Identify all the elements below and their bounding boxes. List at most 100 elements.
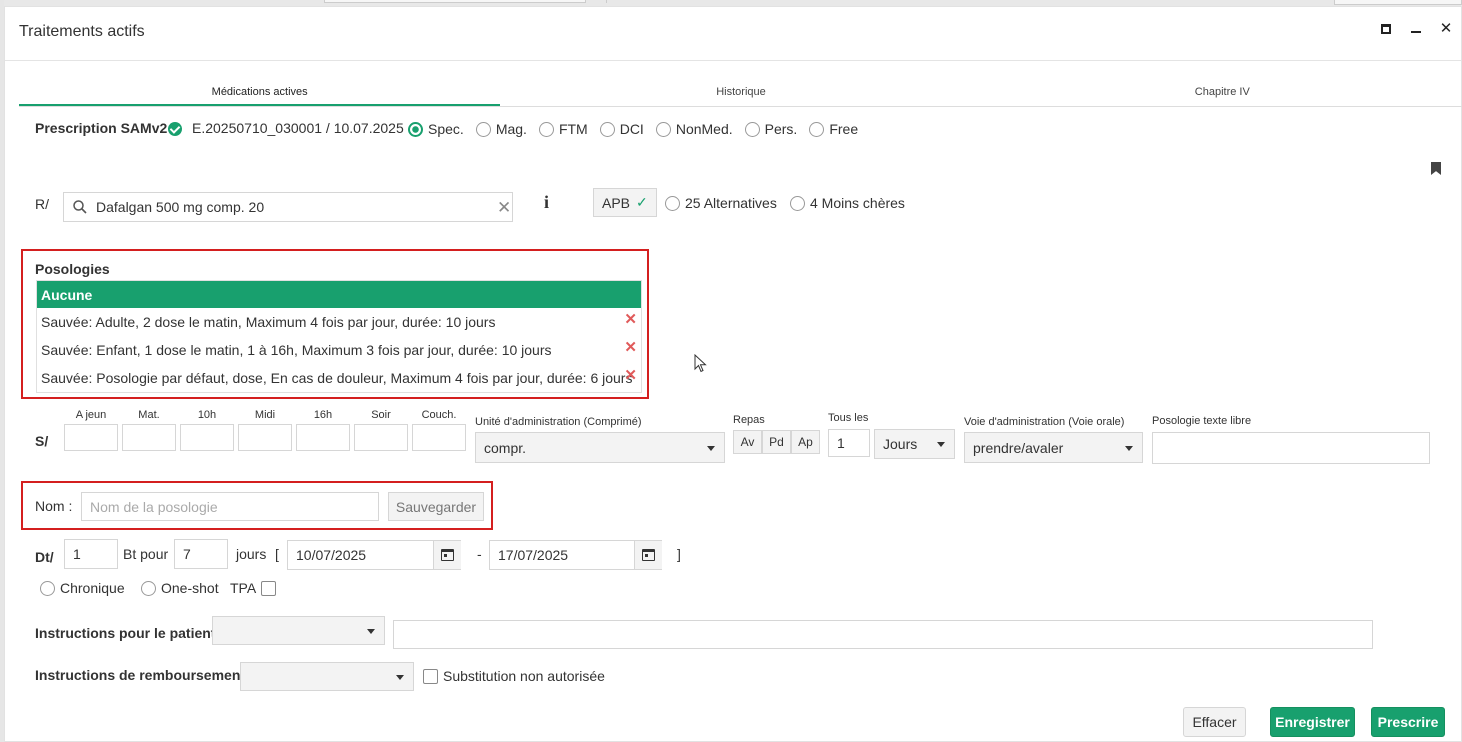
dialog-title: Traitements actifs (19, 23, 145, 40)
search-icon (73, 200, 87, 214)
posologies-list: Aucune Sauvée: Adulte, 2 dose le matin, … (36, 280, 642, 393)
radio-circle (599, 121, 615, 137)
maximize-icon[interactable] (1379, 21, 1393, 37)
radio-cheaper[interactable]: 4 Moins chères (790, 195, 905, 211)
radio-circle (809, 121, 825, 137)
window-controls: ✕ (1379, 21, 1453, 37)
save-button[interactable]: Enregistrer (1270, 707, 1355, 737)
substitution-checkbox[interactable]: Substitution non autorisée (423, 668, 605, 684)
rx-label: R/ (35, 196, 49, 212)
slot-10h-input[interactable] (180, 424, 234, 451)
radio-circle (790, 195, 805, 211)
tab-bar: Médications actives Historique Chapitre … (19, 83, 1462, 107)
dialog-titlebar: Traitements actifs ✕ (5, 7, 1461, 61)
prescription-ref: E.20250710_030001 / 10.07.2025 (192, 120, 404, 136)
checkbox-box (261, 580, 277, 596)
radio-circle (408, 121, 423, 137)
delete-icon[interactable]: ✕ (624, 340, 637, 355)
radio-free[interactable]: Free (809, 121, 858, 137)
save-posology-button[interactable]: Sauvegarder (388, 492, 484, 521)
chevron-down-icon (1125, 445, 1133, 451)
calendar-glyph (642, 549, 655, 561)
slot-label: Couch. (421, 409, 457, 421)
tpa-checkbox[interactable]: TPA (230, 580, 277, 596)
radio-dci[interactable]: DCI (599, 121, 644, 137)
info-icon[interactable]: i (544, 192, 549, 213)
period-select[interactable]: Jours (874, 429, 955, 459)
nom-label: Nom : (35, 498, 73, 514)
slot-midi-input[interactable] (238, 424, 292, 451)
calendar-icon[interactable] (634, 541, 662, 569)
slot-soir-input[interactable] (354, 424, 408, 451)
chevron-down-icon (396, 674, 404, 680)
radio-spec[interactable]: Spec. (408, 121, 464, 137)
tab-medications-actives[interactable]: Médications actives (19, 83, 501, 106)
radio-circle (40, 580, 55, 596)
posology-name-input[interactable]: Nom de la posologie (81, 492, 379, 521)
patient-instructions-label: Instructions pour le patient (35, 625, 216, 641)
close-icon[interactable]: ✕ (1439, 21, 1453, 37)
chevron-down-icon (937, 442, 945, 447)
bracket-close: ] (677, 546, 681, 562)
patient-instructions-select[interactable] (212, 616, 385, 645)
slot-a-jeun-input[interactable] (64, 424, 118, 451)
radio-nonmed[interactable]: NonMed. (655, 121, 733, 137)
mouse-cursor-icon (694, 354, 707, 373)
posology-item-none[interactable]: Aucune (37, 281, 641, 308)
slot-couch-input[interactable] (412, 424, 466, 451)
voie-label: Voie d'administration (Voie orale) (964, 416, 1125, 428)
background-divider (606, 0, 806, 3)
reimbursement-label: Instructions de remboursement (35, 667, 246, 683)
minimize-icon[interactable] (1409, 21, 1423, 37)
posology-item[interactable]: Sauvée: Posologie par défaut, dose, En c… (37, 364, 641, 392)
radio-circle (655, 121, 671, 137)
delete-icon[interactable]: ✕ (624, 312, 637, 327)
slot-label: A jeun (75, 409, 107, 421)
clear-search-icon[interactable]: ✕ (497, 198, 511, 218)
slot-label: Mat. (138, 409, 160, 421)
radio-pers[interactable]: Pers. (744, 121, 797, 137)
tab-historique[interactable]: Historique (500, 83, 981, 106)
repas-av-button[interactable]: Av (733, 430, 762, 454)
posology-item[interactable]: Sauvée: Adulte, 2 dose le matin, Maximum… (37, 308, 641, 336)
radio-circle (141, 580, 156, 596)
slot-label: Midi (254, 409, 276, 421)
background-panel (324, 0, 586, 3)
free-text-label: Posologie texte libre (1152, 415, 1252, 427)
radio-circle (665, 195, 680, 211)
radio-alternatives[interactable]: 25 Alternatives (665, 195, 777, 211)
slot-label: 16h (313, 409, 333, 421)
checkmark-icon: ✓ (636, 194, 648, 210)
duration-label: Dt/ (35, 549, 54, 565)
radio-one-shot[interactable]: One-shot (141, 580, 219, 596)
reimbursement-select[interactable] (240, 662, 414, 691)
delete-icon[interactable]: ✕ (624, 368, 637, 383)
days-input[interactable]: 7 (174, 539, 228, 569)
calendar-icon[interactable] (433, 541, 461, 569)
radio-ftm[interactable]: FTM (538, 121, 588, 137)
slot-mat-input[interactable] (122, 424, 176, 451)
prescribe-button[interactable]: Prescrire (1371, 707, 1445, 737)
apb-button[interactable]: APB ✓ (593, 188, 657, 217)
repas-pd-button[interactable]: Pd (762, 430, 791, 454)
box-quantity-input[interactable]: 1 (64, 539, 118, 569)
tab-chapitre-iv[interactable]: Chapitre IV (982, 83, 1462, 106)
radio-chronique[interactable]: Chronique (40, 580, 125, 596)
patient-instructions-input[interactable] (393, 620, 1373, 649)
route-select[interactable]: prendre/avaler (964, 432, 1143, 463)
jours-label: jours (236, 546, 267, 562)
radio-mag[interactable]: Mag. (475, 121, 527, 137)
unit-select[interactable]: compr. (475, 432, 725, 463)
posology-item[interactable]: Sauvée: Enfant, 1 dose le matin, 1 à 16h… (37, 336, 641, 364)
slot-label: Soir (371, 409, 391, 421)
posologies-title: Posologies (35, 261, 110, 277)
repas-ap-button[interactable]: Ap (791, 430, 820, 454)
schedule-label: S/ (35, 433, 49, 449)
frequency-input[interactable]: 1 (828, 429, 870, 457)
chevron-down-icon (367, 628, 375, 634)
medication-search-input[interactable]: Dafalgan 500 mg comp. 20 (63, 192, 513, 222)
tous-les-label: Tous les (828, 412, 869, 424)
clear-button[interactable]: Effacer (1183, 707, 1246, 737)
free-text-posology-input[interactable] (1152, 432, 1430, 464)
slot-16h-input[interactable] (296, 424, 350, 451)
